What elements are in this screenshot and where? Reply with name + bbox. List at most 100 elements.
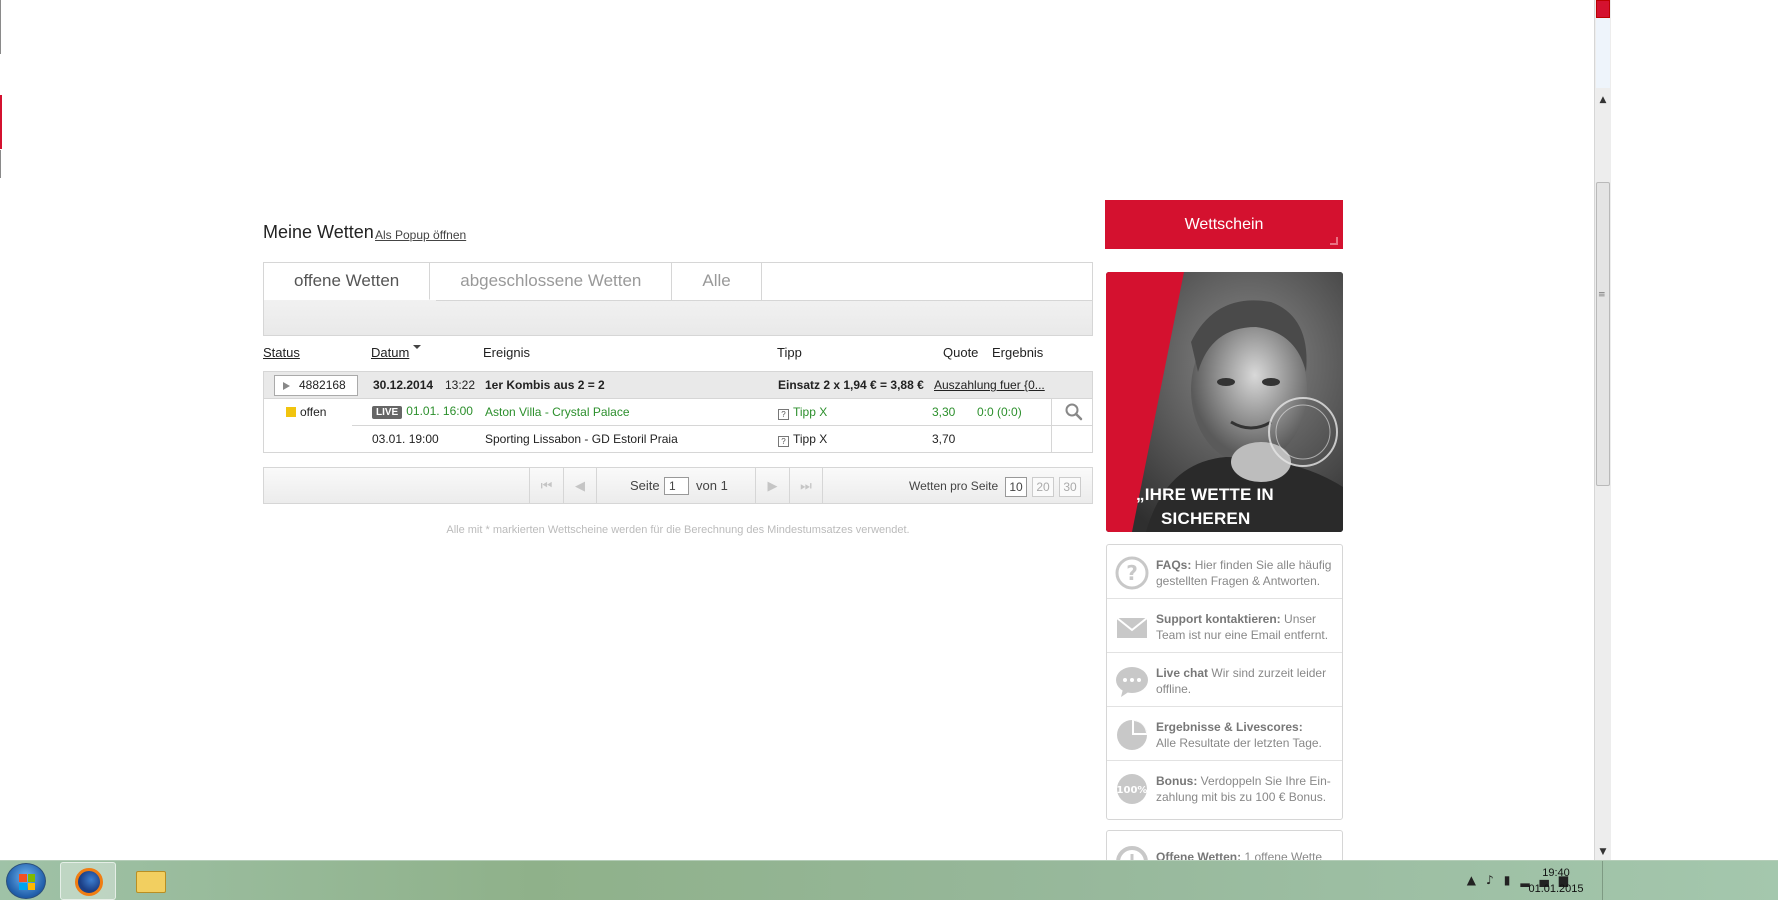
leg-datetime: LIVE 01.01. 16:00 xyxy=(372,404,473,419)
leg-tipp: ? Tipp X xyxy=(778,405,827,420)
scroll-down-arrow-icon[interactable]: ▼ xyxy=(1596,845,1610,859)
bet-summary-row[interactable]: 4882168 30.12.2014 13:22 1er Kombis aus … xyxy=(264,372,1092,399)
folder-icon xyxy=(136,871,166,893)
column-datum-label[interactable]: Datum xyxy=(371,345,409,360)
betslip-header[interactable]: Wettschein xyxy=(1105,200,1343,249)
taskbar: ▲♪▮▂▄▆ 19:40 01.01.2015 xyxy=(0,860,1778,900)
results-item[interactable]: Ergebnisse & Livescores: Alle Resultate d… xyxy=(1107,707,1342,761)
page-label: Seite xyxy=(630,478,660,493)
results-title: Ergebnisse & Livescores: xyxy=(1156,720,1303,734)
first-page-icon[interactable]: ⏮ xyxy=(529,468,563,503)
window-edge xyxy=(0,150,1,178)
question-icon: ? xyxy=(1115,556,1149,590)
table-row[interactable]: 03.01. 19:00 Sporting Lissabon - GD Esto… xyxy=(352,426,1092,453)
pie-chart-icon xyxy=(1117,720,1147,750)
volume-icon[interactable]: ♪ xyxy=(1486,873,1504,887)
leg-tipp-text: Tipp X xyxy=(793,432,828,446)
results-text: Ergebnisse & Livescores: Alle Resultate d… xyxy=(1156,719,1338,751)
per-page-option[interactable]: 30 xyxy=(1059,477,1081,497)
last-page-icon[interactable]: ⏭ xyxy=(789,468,823,503)
start-button[interactable] xyxy=(6,863,46,899)
tab-all[interactable]: Alle xyxy=(672,263,762,300)
tipp-info-icon: ? xyxy=(778,436,789,447)
search-icon[interactable] xyxy=(1064,402,1084,422)
tab-open-bets[interactable]: offene Wetten xyxy=(264,263,431,300)
support-item[interactable]: Support kontaktieren: Unser Team ist nur… xyxy=(1107,599,1342,653)
clock-time: 19:40 xyxy=(1542,867,1570,879)
promo-slogan: „IHRE WETTE IN SICHEREN HÄNDEN." xyxy=(1136,483,1336,532)
vertical-scrollbar[interactable]: ▲ ≡ ▼ xyxy=(1594,0,1611,860)
page: ▲ ≡ ▼ Meine Wetten Als Popup öffnen offe… xyxy=(0,0,1778,900)
bonus-item[interactable]: 100% Bonus: Verdoppeln Sie Ihre Ein-zahl… xyxy=(1107,761,1342,815)
page-number-input[interactable]: 1 xyxy=(664,477,689,495)
bet-id: 4882168 xyxy=(299,378,346,392)
leg-tipp: ? Tipp X xyxy=(778,432,827,447)
bet-type: 1er Kombis aus 2 = 2 xyxy=(485,378,605,392)
show-desktop-button[interactable] xyxy=(1602,861,1612,900)
tipp-info-icon: ? xyxy=(778,409,789,420)
scrollbar-grip-icon: ≡ xyxy=(1598,290,1606,300)
page-title: Meine Wetten xyxy=(263,222,374,242)
power-icon[interactable]: ▮ xyxy=(1504,873,1521,887)
per-page-option[interactable]: 20 xyxy=(1032,477,1054,497)
clock-date: 01.01.2015 xyxy=(1528,883,1584,895)
prev-page-icon[interactable]: ◀ xyxy=(563,468,597,503)
bet-status: offen xyxy=(300,405,327,419)
next-page-icon[interactable]: ▶ xyxy=(755,468,789,503)
show-hidden-icons-icon[interactable]: ▲ xyxy=(1467,873,1486,887)
bonus-icon: 100% xyxy=(1117,774,1148,804)
scrollbar-track[interactable] xyxy=(1596,18,1610,88)
bet-time: 13:22 xyxy=(445,378,476,392)
scrollbar-thumb[interactable] xyxy=(1596,182,1610,486)
open-popup-link[interactable]: Als Popup öffnen xyxy=(375,228,466,242)
column-status[interactable]: Status xyxy=(263,345,300,360)
leg-quote: 3,30 xyxy=(932,405,956,419)
chat-icon xyxy=(1116,667,1148,697)
tab-closed-bets[interactable]: abgeschlossene Wetten xyxy=(430,263,673,300)
taskbar-firefox[interactable] xyxy=(60,862,116,900)
leg-datetime-text: 01.01. 16:00 xyxy=(406,404,473,418)
faq-text: FAQs: Hier finden Sie alle häufig gestel… xyxy=(1156,557,1338,589)
faq-title: FAQs: xyxy=(1156,558,1192,572)
live-chat-item[interactable]: Live chat Wir sind zurzeit leider offlin… xyxy=(1107,653,1342,707)
support-title: Support kontaktieren: xyxy=(1156,612,1281,626)
bet-date: 30.12.2014 xyxy=(373,378,434,392)
system-clock[interactable]: 19:40 01.01.2015 xyxy=(1520,865,1592,897)
tab-divider xyxy=(436,300,1092,301)
leg-result: 0:0 (0:0) xyxy=(977,405,1022,419)
scroll-up-arrow-icon[interactable]: ▲ xyxy=(1596,93,1610,107)
bonus-badge-text: 100% xyxy=(1117,785,1148,796)
envelope-icon xyxy=(1116,617,1148,638)
page-count: von 1 xyxy=(696,478,728,493)
column-ergebnis: Ergebnis xyxy=(992,345,1044,360)
expand-arrow-icon xyxy=(283,382,290,390)
leg-event[interactable]: Sporting Lissabon - GD Estoril Praia xyxy=(485,432,678,446)
bet-id-button[interactable]: 4882168 xyxy=(274,375,358,396)
promo-slogan-line: „IHRE WETTE IN xyxy=(1136,485,1274,504)
live-chat-text: Live chat Wir sind zurzeit leider offlin… xyxy=(1156,665,1338,697)
live-chat-title: Live chat xyxy=(1156,666,1209,680)
per-page-option[interactable]: 10 xyxy=(1005,477,1027,497)
table-header: Status Datum Ereignis Tipp Quote Ergebni… xyxy=(263,345,1093,363)
column-datum[interactable]: Datum xyxy=(371,345,422,360)
windows-logo-icon xyxy=(19,874,35,890)
promo-slogan-line: SICHEREN HÄNDEN." xyxy=(1161,509,1251,528)
svg-text:?: ? xyxy=(1126,561,1138,585)
column-ereignis: Ereignis xyxy=(483,345,530,360)
leg-tipp-text: Tipp X xyxy=(793,405,828,419)
leg-event[interactable]: Aston Villa - Crystal Palace xyxy=(485,405,630,419)
leg-quote: 3,70 xyxy=(932,432,956,446)
payout-link[interactable]: Auszahlung fuer {0... xyxy=(934,378,1052,392)
pagination: ⏮ ◀ Seite 1 von 1 ▶ ⏭ Wetten pro Seite 1… xyxy=(263,467,1093,504)
sort-desc-icon xyxy=(413,345,422,349)
help-box: ? FAQs: Hier finden Sie alle häufig gest… xyxy=(1106,544,1343,820)
per-page-label: Wetten pro Seite xyxy=(909,479,999,493)
table-row[interactable]: LIVE 01.01. 16:00 Aston Villa - Crystal P… xyxy=(352,399,1092,426)
turnover-note: Alle mit * markierten Wettscheine werden… xyxy=(446,524,910,536)
faq-item[interactable]: ? FAQs: Hier finden Sie alle häufig gest… xyxy=(1107,545,1342,599)
taskbar-explorer[interactable] xyxy=(122,862,178,900)
resize-grip-icon xyxy=(1330,237,1338,245)
promo-banner[interactable]: „IHRE WETTE IN SICHEREN HÄNDEN." xyxy=(1106,272,1343,532)
window-edge xyxy=(0,0,1,54)
live-badge: LIVE xyxy=(372,406,403,419)
